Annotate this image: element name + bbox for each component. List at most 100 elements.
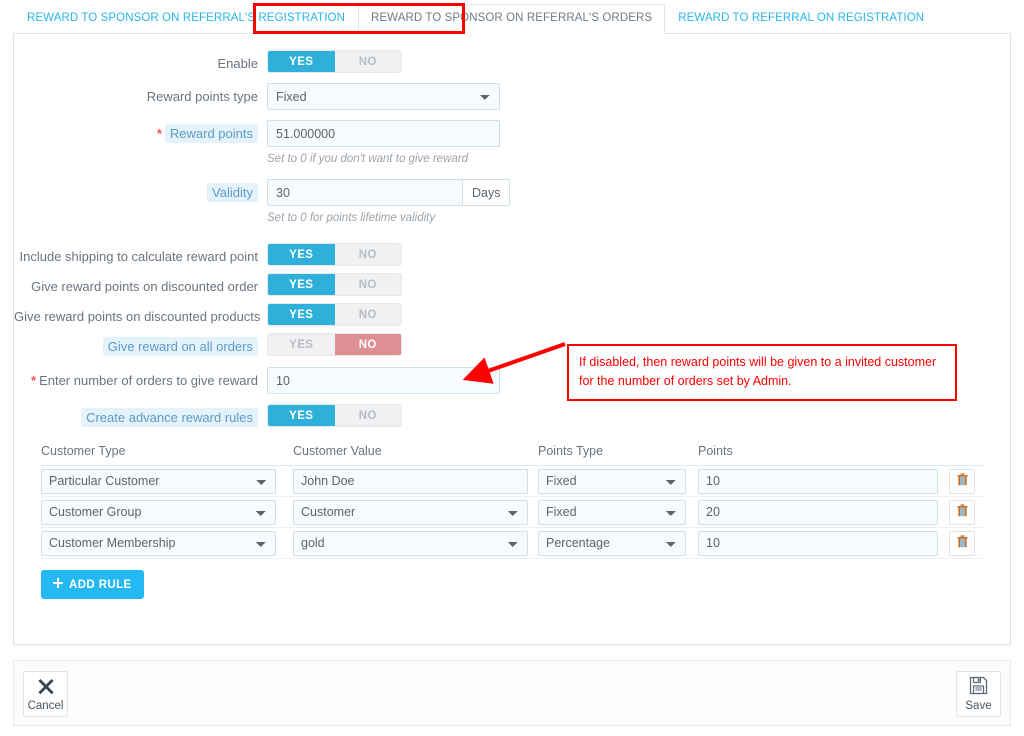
select-points-type[interactable]: Percentage <box>538 530 686 556</box>
input-customer-value[interactable] <box>293 468 528 494</box>
input-reward-points[interactable] <box>267 120 500 147</box>
cell-customer-value <box>293 468 538 494</box>
toggle-all-orders-yes[interactable]: YES <box>268 334 335 355</box>
toggle-include-shipping-no[interactable]: NO <box>335 244 402 265</box>
label-advance-rules: Create advance reward rules <box>14 404 267 427</box>
table-row: Customer Membership gold Percentage <box>41 528 983 559</box>
cell-points <box>698 499 949 525</box>
column-header-actions <box>949 444 999 458</box>
table-row: Customer Group Customer Fixed <box>41 497 983 528</box>
input-points[interactable] <box>698 530 938 556</box>
label-text-number-of-orders: Enter number of orders to give reward <box>39 373 258 388</box>
field-row-reward-points-type: Reward points type Fixed <box>14 83 1010 110</box>
label-discounted-products: Give reward points on discounted product… <box>14 309 261 324</box>
label-text-validity: Validity <box>207 183 258 202</box>
toggle-include-shipping[interactable]: YES NO <box>267 243 402 266</box>
tab-reward-sponsor-registration[interactable]: REWARD TO SPONSOR ON REFERRAL'S REGISTRA… <box>14 4 358 35</box>
field-row-include-shipping: Include shipping to calculate reward poi… <box>14 243 1010 266</box>
validity-input-group: Days <box>267 179 511 206</box>
field-row-discounted-products: Give reward points on discounted product… <box>14 303 1010 326</box>
toggle-advance-rules-no[interactable]: NO <box>335 405 402 426</box>
toggle-all-orders[interactable]: YES NO <box>267 333 402 356</box>
cell-points-type: Fixed <box>538 499 698 525</box>
select-customer-value[interactable]: gold <box>293 530 528 556</box>
select-points-type[interactable]: Fixed <box>538 499 686 525</box>
label-validity: Validity <box>14 179 267 202</box>
label-text-all-orders: Give reward on all orders <box>102 337 258 356</box>
cell-points-type: Fixed <box>538 468 698 494</box>
cancel-button[interactable]: Cancel <box>23 671 68 717</box>
label-enable: Enable <box>217 56 258 71</box>
delete-rule-button[interactable] <box>949 468 975 494</box>
field-row-discounted-order: Give reward points on discounted order Y… <box>14 273 1010 296</box>
cell-actions <box>949 468 999 494</box>
add-rule-label: ADD RULE <box>69 578 132 591</box>
tab-reward-sponsor-orders[interactable]: REWARD TO SPONSOR ON REFERRAL'S ORDERS <box>358 3 666 34</box>
toggle-discounted-products-yes[interactable]: YES <box>268 304 335 325</box>
cell-points <box>698 530 949 556</box>
cell-customer-type: Customer Group <box>41 499 293 525</box>
select-customer-type[interactable]: Customer Membership <box>41 530 276 556</box>
input-points[interactable] <box>698 468 938 494</box>
toggle-all-orders-no[interactable]: NO <box>334 334 401 355</box>
label-all-orders: Give reward on all orders <box>14 333 267 356</box>
cell-points <box>698 468 949 494</box>
column-header-points: Points <box>698 444 733 458</box>
column-header-customer-type: Customer Type <box>41 444 126 458</box>
toggle-advance-rules-yes[interactable]: YES <box>268 405 335 426</box>
toggle-discounted-order-no[interactable]: NO <box>335 274 402 295</box>
tab-reward-referral-registration[interactable]: REWARD TO REFERRAL ON REGISTRATION <box>665 4 937 35</box>
input-validity[interactable] <box>267 179 462 206</box>
save-label: Save <box>965 700 992 712</box>
input-points[interactable] <box>698 499 938 525</box>
form-footer: Cancel Save <box>13 660 1011 726</box>
select-customer-type[interactable]: Particular Customer <box>41 468 276 494</box>
field-row-enable: Enable YES NO <box>14 50 1010 73</box>
toggle-discounted-order[interactable]: YES NO <box>267 273 402 296</box>
plus-icon <box>53 578 63 591</box>
toggle-enable-no[interactable]: NO <box>335 51 402 72</box>
toggle-enable[interactable]: YES NO <box>267 50 402 73</box>
label-text-advance-rules: Create advance reward rules <box>81 408 258 427</box>
cell-points-type: Percentage <box>538 530 698 556</box>
save-button[interactable]: Save <box>956 671 1001 717</box>
field-row-reward-points: *Reward points Set to 0 if you don't wan… <box>14 120 1010 167</box>
cell-actions <box>949 530 999 556</box>
select-points-type[interactable]: Fixed <box>538 468 686 494</box>
toggle-enable-yes[interactable]: YES <box>268 51 335 72</box>
cell-actions <box>949 499 999 525</box>
validity-unit-addon: Days <box>462 179 511 206</box>
settings-panel: Enable YES NO Reward points type Fixed *… <box>13 33 1011 645</box>
floppy-disk-icon <box>969 676 988 698</box>
toggle-discounted-products[interactable]: YES NO <box>267 303 402 326</box>
label-text-reward-points: Reward points <box>164 124 258 143</box>
delete-rule-button[interactable] <box>949 530 975 556</box>
trash-icon <box>957 504 968 520</box>
label-include-shipping: Include shipping to calculate reward poi… <box>19 249 258 264</box>
add-rule-button[interactable]: ADD RULE <box>41 570 144 599</box>
annotation-callout: If disabled, then reward points will be … <box>567 344 957 401</box>
required-asterisk-reward-points: * <box>156 126 162 141</box>
toggle-advance-rules[interactable]: YES NO <box>267 404 402 427</box>
label-discounted-order: Give reward points on discounted order <box>31 279 258 294</box>
toggle-discounted-products-no[interactable]: NO <box>335 304 402 325</box>
select-reward-points-type[interactable]: Fixed <box>267 83 500 110</box>
field-row-validity: Validity Days Set to 0 for points lifeti… <box>14 179 1010 226</box>
trash-icon <box>957 535 968 551</box>
label-reward-points-type: Reward points type <box>146 89 258 104</box>
cell-customer-type: Particular Customer <box>41 468 293 494</box>
annotation-arrow-icon <box>455 340 570 388</box>
close-x-icon <box>37 677 55 698</box>
column-header-customer-value: Customer Value <box>293 444 382 458</box>
field-row-advance-rules: Create advance reward rules YES NO <box>14 404 1010 427</box>
cancel-label: Cancel <box>27 699 64 712</box>
delete-rule-button[interactable] <box>949 499 975 525</box>
tab-bar: REWARD TO SPONSOR ON REFERRAL'S REGISTRA… <box>0 0 1024 34</box>
hint-reward-points: Set to 0 if you don't want to give rewar… <box>267 153 469 165</box>
label-number-of-orders: * Enter number of orders to give reward <box>14 367 267 390</box>
hint-validity: Set to 0 for points lifetime validity <box>267 212 436 224</box>
toggle-discounted-order-yes[interactable]: YES <box>268 274 335 295</box>
select-customer-value[interactable]: Customer <box>293 499 528 525</box>
toggle-include-shipping-yes[interactable]: YES <box>268 244 335 265</box>
select-customer-type[interactable]: Customer Group <box>41 499 276 525</box>
